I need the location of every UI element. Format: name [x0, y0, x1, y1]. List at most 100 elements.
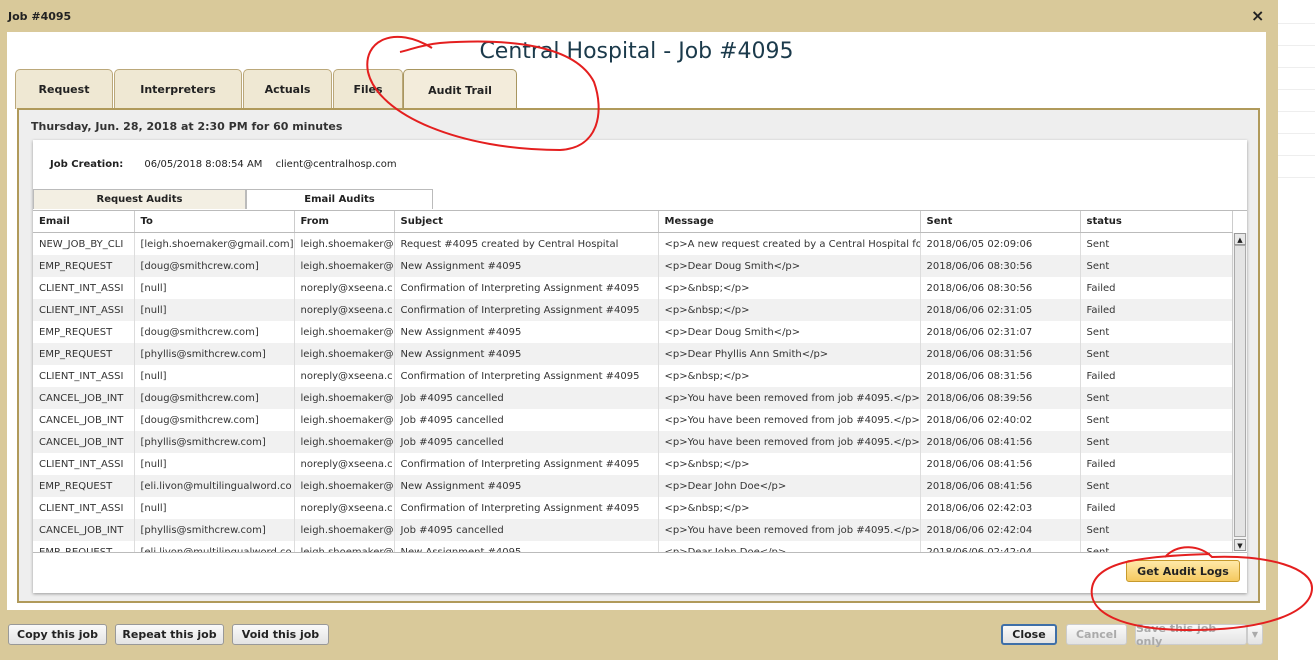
cell-sent: 2018/06/06 08:41:56	[920, 453, 1081, 475]
table-row[interactable]: EMP_REQUEST [phyllis@smithcrew.com] leigh.…	[33, 343, 1233, 365]
table-row[interactable]: NEW_JOB_BY_CLI [leigh.shoemaker@gmail.com…	[33, 232, 1233, 255]
table-row[interactable]: CLIENT_INT_ASSI [null] noreply@xseena.c Con…	[33, 497, 1233, 519]
cell-from: leigh.shoemaker@	[294, 475, 395, 497]
job-creation-label: Job Creation:	[50, 159, 124, 170]
tab-audit-trail[interactable]: Audit Trail	[403, 69, 517, 111]
scroll-down-icon[interactable]: ▼	[1234, 539, 1246, 551]
cell-from: leigh.shoemaker@	[294, 321, 395, 343]
cell-from: leigh.shoemaker@	[294, 519, 395, 541]
table-row[interactable]: CLIENT_INT_ASSI [null] noreply@xseena.c Con…	[33, 299, 1233, 321]
grid-header-row: Email To From Subject Message Sent statu…	[33, 211, 1233, 233]
close-icon[interactable]: ×	[1251, 6, 1264, 25]
col-header-email[interactable]: Email	[33, 211, 135, 233]
audit-trail-panel: Thursday, Jun. 28, 2018 at 2:30 PM for 6…	[17, 108, 1260, 603]
cell-sent: 2018/06/06 08:39:56	[920, 387, 1081, 409]
job-creation-row: Job Creation: 06/05/2018 8:08:54 AM clie…	[50, 159, 407, 170]
cell-to: [null]	[134, 277, 295, 299]
cell-to: [doug@smithcrew.com]	[134, 409, 295, 431]
tab-interpreters[interactable]: Interpreters	[114, 69, 242, 109]
cell-status: Sent	[1080, 409, 1233, 431]
cell-email: CLIENT_INT_ASSI	[33, 453, 135, 475]
scroll-thumb[interactable]	[1234, 245, 1246, 537]
audit-card: Job Creation: 06/05/2018 8:08:54 AM clie…	[33, 140, 1247, 593]
cell-subject: Confirmation of Interpreting Assignment …	[394, 277, 659, 299]
cell-status: Failed	[1080, 365, 1233, 387]
table-row[interactable]: EMP_REQUEST [doug@smithcrew.com] leigh.sho…	[33, 255, 1233, 277]
cell-subject: Confirmation of Interpreting Assignment …	[394, 497, 659, 519]
save-options-chevron-icon[interactable]: ▼	[1247, 624, 1263, 645]
get-audit-logs-button[interactable]: Get Audit Logs	[1126, 560, 1240, 582]
col-header-message[interactable]: Message	[658, 211, 921, 233]
subtab-request-audits[interactable]: Request Audits	[33, 189, 246, 209]
scroll-up-icon[interactable]: ▲	[1234, 233, 1246, 245]
cell-to: [doug@smithcrew.com]	[134, 255, 295, 277]
cell-status: Failed	[1080, 299, 1233, 321]
cancel-button[interactable]: Cancel	[1066, 624, 1127, 645]
table-row[interactable]: EMP_REQUEST [doug@smithcrew.com] leigh.sho…	[33, 321, 1233, 343]
cell-subject: Job #4095 cancelled	[394, 409, 659, 431]
cell-from: leigh.shoemaker@	[294, 431, 395, 453]
col-header-from[interactable]: From	[294, 211, 395, 233]
copy-job-button[interactable]: Copy this job	[8, 624, 107, 645]
save-job-only-button[interactable]: Save this job only	[1135, 622, 1247, 648]
cell-email: CANCEL_JOB_INT	[33, 519, 135, 541]
cell-status: Failed	[1080, 277, 1233, 299]
tab-request[interactable]: Request	[15, 69, 113, 109]
close-button[interactable]: Close	[1001, 624, 1057, 645]
cell-to: [eli.livon@multilingualword.co	[134, 475, 295, 497]
col-header-status[interactable]: status	[1080, 211, 1233, 233]
table-row[interactable]: CANCEL_JOB_INT [doug@smithcrew.com] leigh.…	[33, 409, 1233, 431]
table-row[interactable]: CLIENT_INT_ASSI [null] noreply@xseena.c Con…	[33, 453, 1233, 475]
col-header-to[interactable]: To	[134, 211, 295, 233]
tab-files[interactable]: Files	[333, 69, 403, 109]
cell-sent: 2018/06/06 02:31:07	[920, 321, 1081, 343]
cell-message: <p>&nbsp;</p>	[658, 299, 921, 321]
table-row[interactable]: CANCEL_JOB_INT [phyllis@smithcrew.com] lei…	[33, 431, 1233, 453]
cell-email: NEW_JOB_BY_CLI	[33, 232, 135, 255]
cell-from: noreply@xseena.c	[294, 453, 395, 475]
table-row[interactable]: CLIENT_INT_ASSI [null] noreply@xseena.c Con…	[33, 277, 1233, 299]
cell-sent: 2018/06/06 08:31:56	[920, 365, 1081, 387]
cell-subject: Request #4095 created by Central Hospita…	[394, 232, 659, 255]
subtab-email-audits[interactable]: Email Audits	[246, 189, 433, 209]
cell-sent: 2018/06/06 08:30:56	[920, 277, 1081, 299]
cell-message: <p>A new request created by a Central Ho…	[658, 232, 921, 255]
table-row[interactable]: CANCEL_JOB_INT [doug@smithcrew.com] leigh.…	[33, 387, 1233, 409]
cell-from: noreply@xseena.c	[294, 299, 395, 321]
job-date-line: Thursday, Jun. 28, 2018 at 2:30 PM for 6…	[31, 120, 343, 133]
job-creation-user: client@centralhosp.com	[275, 159, 397, 170]
dialog-body: Central Hospital - Job #4095 Request Int…	[7, 32, 1266, 610]
cell-to: [leigh.shoemaker@gmail.com]	[134, 232, 295, 255]
cell-email: CANCEL_JOB_INT	[33, 431, 135, 453]
cell-email: EMP_REQUEST	[33, 475, 135, 497]
cell-to: [null]	[134, 497, 295, 519]
cell-message: <p>You have been removed from job #4095.…	[658, 431, 921, 453]
grid-vertical-scrollbar[interactable]: ▲ ▼	[1232, 233, 1247, 551]
cell-sent: 2018/06/06 08:31:56	[920, 343, 1081, 365]
cell-email: EMP_REQUEST	[33, 321, 135, 343]
cell-from: leigh.shoemaker@	[294, 387, 395, 409]
cell-subject: New Assignment #4095	[394, 255, 659, 277]
col-header-sent[interactable]: Sent	[920, 211, 1081, 233]
cell-from: noreply@xseena.c	[294, 497, 395, 519]
cell-to: [phyllis@smithcrew.com]	[134, 343, 295, 365]
repeat-job-button[interactable]: Repeat this job	[115, 624, 224, 645]
cell-status: Sent	[1080, 541, 1233, 552]
col-header-subject[interactable]: Subject	[394, 211, 659, 233]
cell-message: <p>&nbsp;</p>	[658, 453, 921, 475]
cell-from: leigh.shoemaker@	[294, 255, 395, 277]
cell-to: [eli.livon@multilingualword.co	[134, 541, 295, 552]
cell-subject: Job #4095 cancelled	[394, 519, 659, 541]
cell-message: <p>&nbsp;</p>	[658, 365, 921, 387]
table-row[interactable]: EMP_REQUEST [eli.livon@multilingualword.c…	[33, 541, 1233, 552]
void-job-button[interactable]: Void this job	[232, 624, 329, 645]
tab-actuals[interactable]: Actuals	[243, 69, 332, 109]
cell-to: [doug@smithcrew.com]	[134, 321, 295, 343]
table-row[interactable]: CLIENT_INT_ASSI [null] noreply@xseena.c Con…	[33, 365, 1233, 387]
cell-sent: 2018/06/06 08:30:56	[920, 255, 1081, 277]
cell-from: leigh.shoemaker@	[294, 541, 395, 552]
table-row[interactable]: EMP_REQUEST [eli.livon@multilingualword.c…	[33, 475, 1233, 497]
cell-sent: 2018/06/06 02:42:03	[920, 497, 1081, 519]
cell-email: EMP_REQUEST	[33, 541, 135, 552]
table-row[interactable]: CANCEL_JOB_INT [phyllis@smithcrew.com] lei…	[33, 519, 1233, 541]
